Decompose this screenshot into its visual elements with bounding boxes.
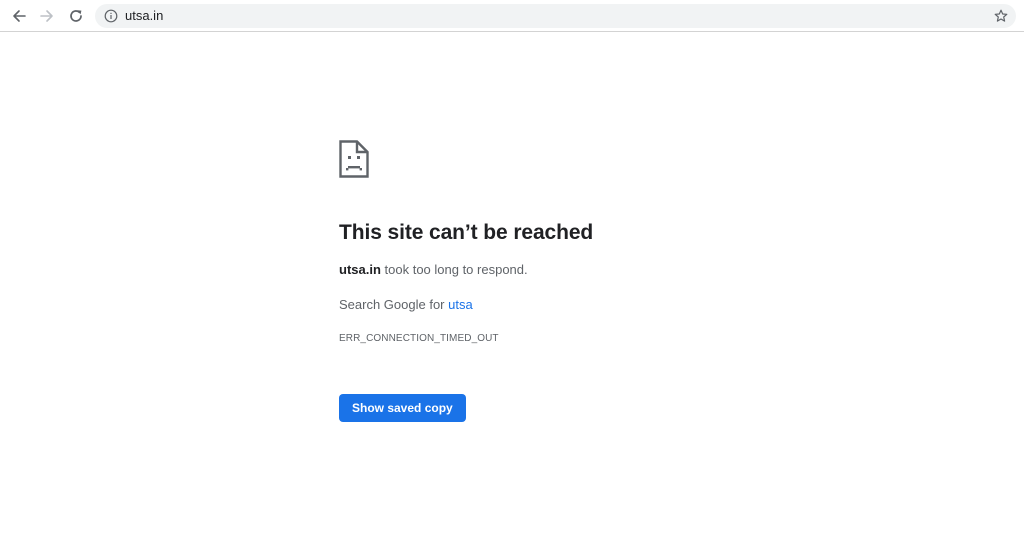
message-text: took too long to respond. [380, 262, 528, 277]
show-saved-copy-button[interactable]: Show saved copy [339, 394, 466, 422]
url-text[interactable]: utsa.in [125, 8, 163, 24]
search-google-link[interactable]: utsa [448, 297, 473, 312]
forward-button[interactable] [35, 4, 59, 28]
bookmark-button[interactable] [992, 7, 1010, 25]
address-bar[interactable]: utsa.in [95, 4, 1016, 28]
arrow-left-icon [13, 10, 26, 22]
star-outline-icon [994, 9, 1008, 22]
search-suggestion: Search Google for utsa [339, 297, 473, 313]
host-name: utsa.in [339, 262, 381, 277]
suggestion-prefix: Search Google for [339, 297, 449, 312]
error-message: utsa.in took too long to respond. [339, 262, 528, 278]
arrow-right-icon [40, 10, 53, 22]
back-button[interactable] [7, 4, 31, 28]
sad-page-icon [339, 140, 369, 178]
reload-button[interactable] [64, 4, 88, 28]
page-title: This site can’t be reached [339, 221, 594, 244]
info-icon[interactable] [104, 9, 118, 23]
error-code: ERR_CONNECTION_TIMED_OUT [339, 333, 499, 344]
browser-toolbar: utsa.in [0, 0, 1024, 32]
reload-icon [70, 10, 82, 22]
